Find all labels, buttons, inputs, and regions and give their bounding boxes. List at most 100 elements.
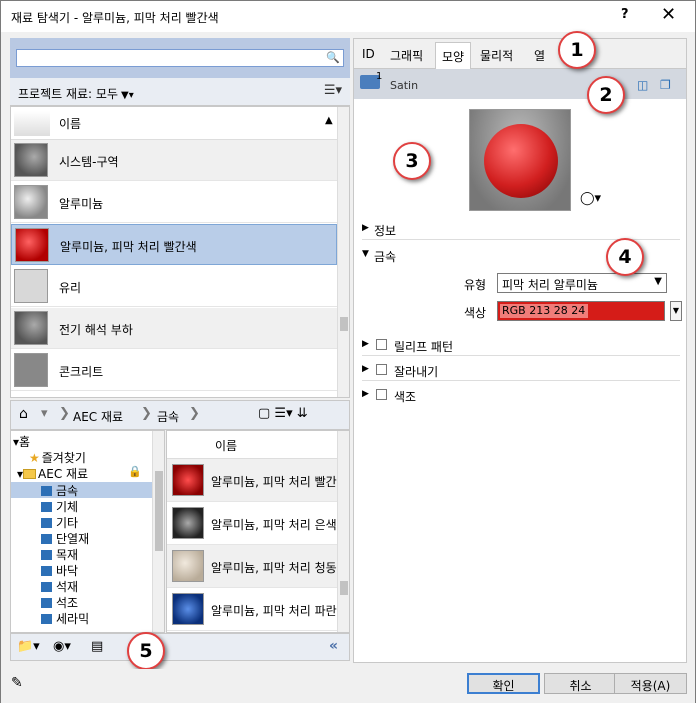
expand-arrow-icon: ▶ bbox=[362, 389, 369, 399]
name-column-header: 이름 bbox=[59, 117, 82, 131]
list-item[interactable]: 알루미늄, 피막 처리 청동색 bbox=[167, 545, 337, 588]
tree-item-home[interactable]: ▾홈 bbox=[13, 433, 154, 449]
tree-item-masonry[interactable]: 석조 bbox=[41, 594, 164, 610]
expand-arrow-icon: ▶ bbox=[362, 223, 369, 233]
tab-thermal[interactable]: 열 bbox=[534, 47, 545, 64]
tree-scrollbar[interactable] bbox=[152, 431, 164, 632]
material-name: 알루미늄, 피막 처리 파란색 bbox=[211, 604, 337, 618]
breadcrumb-metal[interactable]: 금속 bbox=[157, 408, 179, 425]
tree-label: 석재 bbox=[56, 580, 79, 594]
tab-appearance[interactable]: 모양 bbox=[435, 42, 472, 70]
tab-id[interactable]: ID bbox=[362, 47, 375, 61]
edit-notes-icon[interactable]: ✎ bbox=[11, 675, 23, 691]
filter-bar: 프로젝트 재료: 모두 ▼▾ ☰▾ bbox=[10, 78, 350, 106]
list-item[interactable]: 유리 bbox=[11, 266, 337, 307]
tab-graphics[interactable]: 그래픽 bbox=[390, 47, 423, 64]
list-item[interactable]: 콘크리트 bbox=[11, 350, 337, 391]
material-preview bbox=[469, 109, 571, 211]
tree-label: 기체 bbox=[56, 500, 79, 514]
scrollbar-thumb[interactable] bbox=[340, 317, 348, 331]
scrollbar-thumb[interactable] bbox=[155, 471, 163, 551]
material-browser-window: 재료 탐색기 - 알루미늄, 피막 처리 빨간색 ? ✕ 🔍 프로젝트 재료: … bbox=[0, 0, 696, 703]
callout-5: 5 bbox=[127, 632, 165, 670]
help-button[interactable]: ? bbox=[621, 7, 629, 22]
section-info[interactable]: ▶ 정보 bbox=[362, 220, 680, 240]
color-swatch[interactable]: RGB 213 28 24 bbox=[497, 301, 665, 321]
tree-item-gas[interactable]: 기체 bbox=[41, 498, 164, 514]
search-icon[interactable]: 🔍 bbox=[326, 51, 340, 64]
collapse-panel-icon[interactable]: « bbox=[329, 638, 338, 654]
list-item[interactable]: 전기 해석 부하 bbox=[11, 308, 337, 349]
preview-options-icon[interactable]: ◯▾ bbox=[580, 191, 601, 206]
relief-checkbox[interactable] bbox=[376, 339, 387, 350]
section-tint[interactable]: ▶ 색조 bbox=[362, 386, 680, 406]
create-material-icon[interactable]: ◉▾ bbox=[53, 639, 71, 654]
tree-item-other[interactable]: 기타 bbox=[41, 514, 164, 530]
tree-item-insulation[interactable]: 단열재 bbox=[41, 530, 164, 546]
section-label: 색조 bbox=[394, 390, 417, 404]
color-menu-button[interactable]: ▼ bbox=[670, 301, 682, 321]
breadcrumb-aec-materials[interactable]: AEC 재료 bbox=[73, 408, 123, 425]
tree-item-metal[interactable]: 금속 bbox=[11, 482, 152, 498]
section-relief-pattern[interactable]: ▶ 릴리프 패턴 bbox=[362, 336, 680, 356]
library-list-scrollbar[interactable] bbox=[337, 431, 349, 632]
scrollbar-thumb[interactable] bbox=[340, 581, 348, 595]
home-icon[interactable]: ⌂ bbox=[19, 406, 28, 422]
library-list-header[interactable]: 이름 bbox=[167, 431, 337, 459]
tree-item-favorites[interactable]: ★ 즐겨찾기 bbox=[29, 449, 164, 465]
tree-item-ceramic[interactable]: 세라믹 bbox=[41, 610, 164, 626]
header-thumbnail bbox=[14, 111, 50, 136]
tab-physical[interactable]: 물리적 bbox=[480, 47, 513, 64]
preview-sphere bbox=[484, 124, 558, 198]
tree-item-flooring[interactable]: 바닥 bbox=[41, 562, 164, 578]
library-material-list: 이름 알루미늄, 피막 처리 빨간색 알루미늄, 피막 처리 은색 알루미늄, … bbox=[166, 430, 350, 633]
tree-item-aec-materials[interactable]: ▾ AEC 재료 🔒 bbox=[17, 465, 157, 481]
close-button[interactable]: ✕ bbox=[661, 4, 676, 25]
folder-icon bbox=[23, 469, 37, 479]
dropdown-arrow-icon[interactable]: ▾ bbox=[41, 406, 48, 421]
material-list-header[interactable]: 이름 ▲ bbox=[11, 107, 337, 140]
tree-item-stone[interactable]: 석재 bbox=[41, 578, 164, 594]
library-view-options[interactable]: ▢ ☰▾ ⇊ bbox=[258, 406, 308, 421]
search-input[interactable]: 🔍 bbox=[16, 49, 344, 67]
material-name: 알루미늄 bbox=[59, 197, 104, 211]
section-cutout[interactable]: ▶ 잘라내기 bbox=[362, 361, 680, 381]
list-item-selected[interactable]: 알루미늄, 피막 처리 빨간색 bbox=[11, 224, 337, 265]
sort-ascending-icon[interactable]: ▲ bbox=[325, 115, 333, 126]
cutout-checkbox[interactable] bbox=[376, 364, 387, 375]
project-materials-filter[interactable]: 프로젝트 재료: 모두 ▼▾ bbox=[18, 85, 134, 102]
category-icon bbox=[41, 518, 52, 528]
material-name: 유리 bbox=[59, 281, 82, 295]
tint-checkbox[interactable] bbox=[376, 389, 387, 400]
list-item[interactable]: 시스템-구역 bbox=[11, 140, 337, 181]
material-thumbnail bbox=[172, 593, 204, 625]
callout-3: 3 bbox=[393, 142, 431, 180]
asset-bar: 1 Satin ◫ ❐ bbox=[354, 69, 686, 99]
library-folder-icon[interactable]: 📁▾ bbox=[17, 639, 40, 654]
list-item[interactable]: 알루미늄, 피막 처리 파란색 bbox=[167, 588, 337, 631]
list-item[interactable]: 알루미늄 bbox=[11, 182, 337, 223]
section-label: 정보 bbox=[374, 224, 397, 238]
library-tree: ▾홈 ★ 즐겨찾기 ▾ AEC 재료 🔒 금속 기체 기타 단열재 목재 바닥 석재 … bbox=[10, 430, 165, 633]
filter-funnel-icon[interactable]: ▼▾ bbox=[121, 90, 134, 101]
ok-button[interactable]: 확인 bbox=[467, 673, 540, 694]
section-label: 잘라내기 bbox=[394, 365, 439, 379]
asset-editor-icon[interactable]: ▤ bbox=[91, 639, 103, 654]
type-label: 유형 bbox=[464, 278, 487, 292]
callout-4: 4 bbox=[606, 238, 644, 276]
material-list-scrollbar[interactable] bbox=[337, 107, 349, 397]
chevron-down-icon: ▼ bbox=[654, 276, 662, 287]
list-item[interactable]: 알루미늄, 피막 처리 빨간색 bbox=[167, 459, 337, 502]
apply-button[interactable]: 적용(A) bbox=[614, 673, 687, 694]
replace-asset-icon[interactable]: ◫ bbox=[637, 78, 648, 92]
tree-item-wood[interactable]: 목재 bbox=[41, 546, 164, 562]
cancel-button[interactable]: 취소 bbox=[544, 673, 617, 694]
section-label: 릴리프 패턴 bbox=[394, 340, 454, 354]
type-dropdown[interactable]: 피막 처리 알루미늄 ▼ bbox=[497, 273, 667, 293]
list-view-icon[interactable]: ☰▾ bbox=[324, 83, 342, 98]
tree-label: AEC 재료 bbox=[38, 467, 89, 481]
category-icon bbox=[41, 566, 52, 576]
list-item[interactable]: 알루미늄, 피막 처리 은색 bbox=[167, 502, 337, 545]
duplicate-asset-icon[interactable]: ❐ bbox=[660, 78, 671, 92]
material-thumbnail bbox=[14, 269, 48, 303]
